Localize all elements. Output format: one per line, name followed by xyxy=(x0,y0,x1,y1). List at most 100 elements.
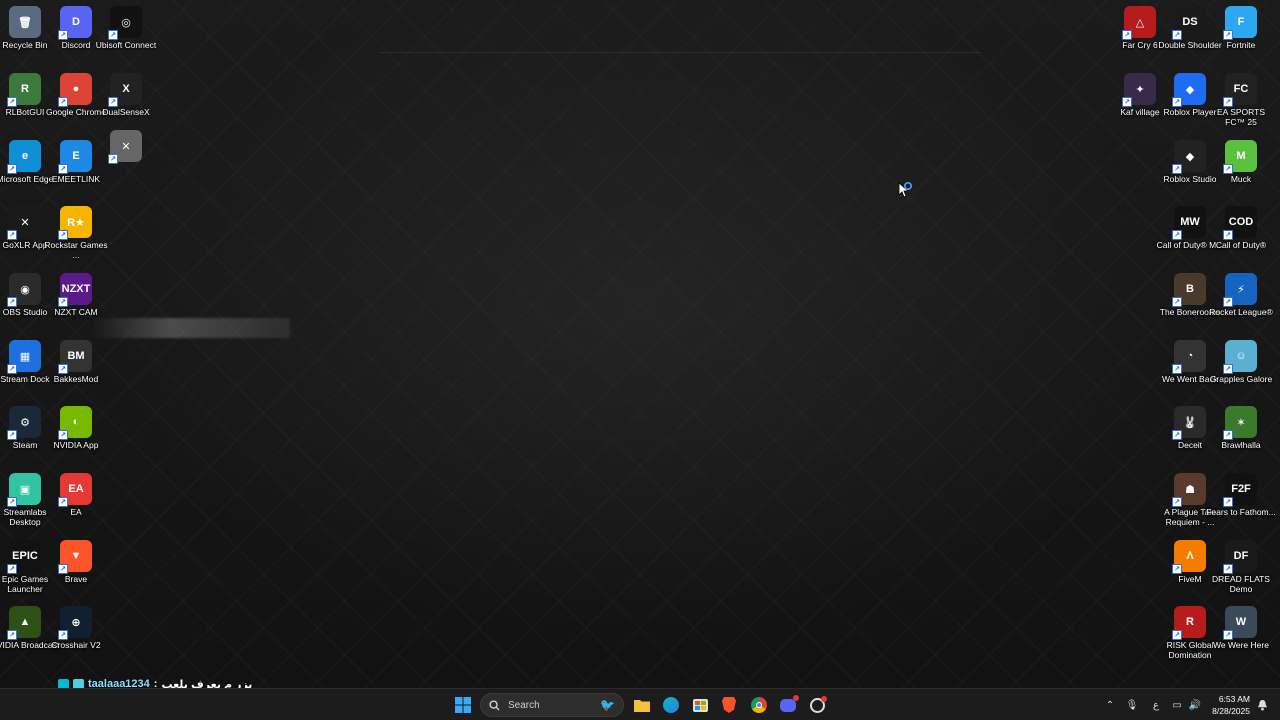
desktop-icon-double-shoulder[interactable]: DS ↗ Double Shoulder xyxy=(1158,1,1222,67)
chrome-icon: ● ↗ xyxy=(58,73,92,107)
desktop-icon-stream-dock[interactable]: ▦ ↗ Stream Dock xyxy=(0,335,50,401)
taskbar-search[interactable]: Search 🐦 xyxy=(480,693,624,717)
desktop-icon-plague-tale[interactable]: ☗ ↗ A Plague Tale Requiem - ... xyxy=(1164,468,1216,534)
shortcut-arrow-icon: ↗ xyxy=(1223,230,1233,240)
icon-glyph: 🐰 xyxy=(1183,416,1197,429)
microphone-icon[interactable]: 🎙 xyxy=(1120,700,1144,711)
desktop-icon-muck[interactable]: M ↗ Muck xyxy=(1216,135,1266,201)
icon-glyph: E xyxy=(72,150,80,162)
shortcut-arrow-icon: ↗ xyxy=(7,230,17,240)
desktop-icon-rlbot[interactable]: R ↗ RLBotGUI xyxy=(0,68,50,134)
dualsensex-icon: X ↗ xyxy=(108,73,142,107)
desktop-icon-chrome[interactable]: ● ↗ Google Chrome xyxy=(46,68,106,134)
desktop-icon-cod-mw3[interactable]: MW ↗ Call of Duty® M... xyxy=(1157,201,1223,267)
shortcut-arrow-icon: ↗ xyxy=(1223,630,1233,640)
far-cry-icon: △ ↗ xyxy=(1122,6,1156,40)
shortcut-arrow-icon: ↗ xyxy=(1172,230,1182,240)
shortcut-arrow-icon: ↗ xyxy=(7,497,17,507)
desktop-icon-we-were-here[interactable]: W ↗ We Were Here xyxy=(1213,601,1269,667)
edge-taskbar-icon[interactable] xyxy=(658,693,684,717)
file-explorer-icon[interactable] xyxy=(629,693,655,717)
desktop-icon-label: Fears to Fathom... xyxy=(1206,507,1276,517)
desktop-icon-brawlhalla[interactable]: ✶ ↗ Brawlhalla xyxy=(1216,401,1266,467)
desktop-icon-we-went-back[interactable]: ◔ ↗ We Went Back xyxy=(1162,335,1218,401)
cod-icon: COD ↗ xyxy=(1223,206,1257,240)
icon-glyph: ▲ xyxy=(19,616,31,628)
icon-glyph: △ xyxy=(1135,16,1145,29)
shortcut-arrow-icon: ↗ xyxy=(1172,30,1182,40)
desktop-icon-bakkesmod[interactable]: BM ↗ BakkesMod xyxy=(51,335,101,401)
shortcut-arrow-icon: ↗ xyxy=(1223,97,1233,107)
desktop-icon-epic-games[interactable]: EPIC ↗ Epic Games Launcher xyxy=(0,535,50,601)
network-icon[interactable]: ▭ xyxy=(1168,700,1186,711)
shortcut-arrow-icon: ↗ xyxy=(7,164,17,174)
windows-start-icon[interactable] xyxy=(450,693,476,717)
desktop-icon-far-cry[interactable]: △ ↗ Far Cry 6 xyxy=(1115,1,1165,67)
desktop-icon-kaf-village[interactable]: ✦ ↗ Kaf village xyxy=(1115,68,1165,134)
shortcut-arrow-icon: ↗ xyxy=(58,97,68,107)
desktop-icon-streamlabs[interactable]: ▣ ↗ Streamlabs Desktop xyxy=(0,468,50,534)
steam-icon: ⚙ ↗ xyxy=(7,406,41,440)
desktop-icon-emeetlink[interactable]: E ↗ EMEETLINK xyxy=(51,135,101,201)
desktop-icon-roblox-studio[interactable]: ◆ ↗ Roblox Studio xyxy=(1164,135,1216,201)
desktop-icon-fears-to-fathom[interactable]: F2F ↗ Fears to Fathom... xyxy=(1206,468,1276,534)
desktop-icon-bonerooms[interactable]: B ↗ The Bonerooms xyxy=(1160,268,1220,334)
desktop-icon-edge[interactable]: e ↗ Microsoft Edge xyxy=(0,135,53,201)
desktop-icon-dread-flats[interactable]: DF ↗ DREAD FLATS Demo xyxy=(1212,535,1270,601)
epic-games-icon: EPIC ↗ xyxy=(7,540,41,574)
icon-glyph: ⊕ xyxy=(71,616,81,629)
taskbar-clock[interactable]: 6:53 AM 8/28/2025 xyxy=(1200,693,1250,717)
desktop-icon-label: Brawlhalla xyxy=(1221,440,1261,450)
icon-glyph: ☺ xyxy=(1235,350,1247,362)
desktop-icon-brave[interactable]: ▼ ↗ Brave xyxy=(51,535,101,601)
shortcut-arrow-icon: ↗ xyxy=(1172,564,1182,574)
icon-glyph: NZXT xyxy=(61,283,91,295)
tray-overflow-icon[interactable]: ⌃ xyxy=(1100,700,1120,711)
roblox-player-icon: ◆ ↗ xyxy=(1172,73,1206,107)
icon-glyph: EPIC xyxy=(12,550,38,562)
desktop-icon-label: EA SPORTS FC™ 25 xyxy=(1216,107,1266,127)
input-language[interactable]: ع xyxy=(1144,700,1168,711)
icon-glyph: ● xyxy=(72,83,80,95)
desktop-icon-rocket-league[interactable]: ⚡ ↗ Rocket League® xyxy=(1209,268,1273,334)
icon-glyph: FC xyxy=(1233,83,1249,95)
brave-taskbar-icon[interactable] xyxy=(716,693,742,717)
desktop-icon-obs[interactable]: ◉ ↗ OBS Studio xyxy=(0,268,50,334)
shortcut-arrow-icon: ↗ xyxy=(1223,564,1233,574)
desktop-icon-nzxt[interactable]: NZXT ↗ NZXT CAM xyxy=(51,268,101,334)
desktop-icon-ea[interactable]: EA ↗ EA xyxy=(51,468,101,534)
store-icon[interactable] xyxy=(687,693,713,717)
bakkesmod-icon: BM ↗ xyxy=(58,340,92,374)
desktop-icon-deceit[interactable]: 🐰 ↗ Deceit xyxy=(1165,401,1215,467)
desktop-icon-risk[interactable]: R ↗ RISK Global Domination xyxy=(1165,601,1215,667)
crosshair-taskbar-icon[interactable] xyxy=(804,693,830,717)
desktop-icon-ea-fc[interactable]: FC ↗ EA SPORTS FC™ 25 xyxy=(1216,68,1266,134)
desktop-icon-nvidia-broadcast[interactable]: ▲↗NVIDIA Broadcast xyxy=(0,601,59,667)
desktop-icon-crosshair[interactable]: ⊕ ↗ Crosshair V2 xyxy=(51,601,101,667)
icon-glyph: F2F xyxy=(1231,483,1251,495)
brawlhalla-icon: ✶ ↗ xyxy=(1223,406,1257,440)
desktop-icon-label: Crosshair V2 xyxy=(51,640,101,650)
desktop-icon-discord[interactable]: D ↗ Discord xyxy=(51,1,101,67)
kaf-village-icon: ✦ ↗ xyxy=(1122,73,1156,107)
desktop-wallpaper xyxy=(0,0,1280,688)
desktop-icon-ubisoft[interactable]: ◎ ↗ Ubisoft Connect xyxy=(96,1,156,67)
unnamed-app-icon: ✕ ↗ xyxy=(108,130,142,164)
desktop-icon-label: Ubisoft Connect xyxy=(95,40,157,50)
desktop-icon-rockstar[interactable]: R★ ↗ Rockstar Games ... xyxy=(44,201,108,267)
notification-bell-icon[interactable] xyxy=(1252,693,1272,717)
shortcut-arrow-icon: ↗ xyxy=(58,297,68,307)
desktop-icon-nvidia[interactable]: ◐ ↗ NVIDIA App xyxy=(51,401,101,467)
shortcut-arrow-icon: ↗ xyxy=(1172,364,1182,374)
desktop-icon-steam[interactable]: ⚙ ↗ Steam xyxy=(0,401,50,467)
shortcut-arrow-icon: ↗ xyxy=(108,97,118,107)
icon-glyph: R xyxy=(1186,616,1194,628)
chrome-taskbar-icon[interactable] xyxy=(746,693,772,717)
desktop-icon-fortnite[interactable]: F ↗ Fortnite xyxy=(1216,1,1266,67)
discord-taskbar-icon[interactable] xyxy=(775,693,801,717)
desktop-icon-cod[interactable]: COD ↗ Call of Duty® xyxy=(1216,201,1266,267)
desktop-icon-grapples-galore[interactable]: ☺ ↗ Grapples Galore xyxy=(1210,335,1272,401)
busy-cursor-icon xyxy=(898,182,912,198)
desktop-icon-recycle-bin[interactable]: 🗑 Recycle Bin xyxy=(0,1,50,67)
shortcut-arrow-icon: ↗ xyxy=(58,497,68,507)
